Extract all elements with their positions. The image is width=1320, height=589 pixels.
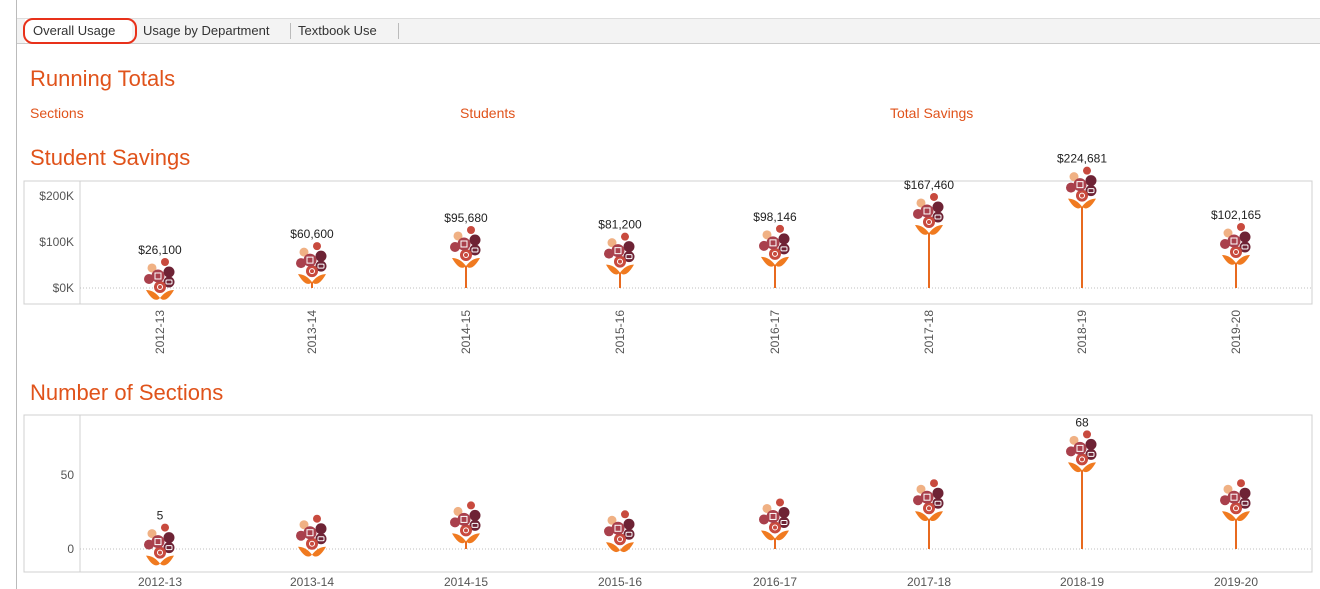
- petal-dot: [766, 236, 780, 250]
- x-tick-label: 2015-16: [613, 310, 627, 354]
- petal-dot: [1085, 175, 1097, 187]
- petal-dot: [1237, 223, 1245, 232]
- petal-dot: [769, 247, 781, 260]
- y-tick-label: $100K: [39, 235, 74, 249]
- y-tick-label: $200K: [39, 189, 74, 203]
- petal-dot: [163, 266, 175, 278]
- flower-icon: [1220, 223, 1251, 265]
- petal-dot: [611, 244, 625, 258]
- x-tick-label: 2018-19: [1075, 310, 1089, 354]
- plot-pane: [23, 180, 1313, 305]
- petal-dot: [467, 225, 475, 234]
- flower-icon: [450, 225, 481, 268]
- flower-icon: [144, 257, 175, 300]
- number-of-sections-title: Number of Sections: [30, 380, 224, 405]
- data-label: $224,681: [1057, 152, 1107, 166]
- petal-dot: [1239, 231, 1251, 243]
- petal-dot: [1230, 246, 1242, 259]
- y-tick-label: $0K: [53, 281, 74, 295]
- x-tick-label: 2012-13: [153, 310, 167, 354]
- flower-icon: [1066, 166, 1097, 209]
- petal-dot: [1227, 234, 1241, 248]
- petal-dot: [923, 215, 935, 228]
- petal-dot: [920, 204, 934, 218]
- x-tick-label: 2017-18: [922, 310, 936, 354]
- petal-dot: [776, 224, 784, 233]
- flower-icon: [296, 242, 327, 284]
- petal-dot: [778, 233, 790, 245]
- x-tick-label: 2016-17: [768, 310, 782, 354]
- student-savings-chart: $0K $100K $200K $26,100 2012-13 $60,600 2013-1…: [23, 152, 1313, 354]
- petal-dot: [930, 192, 938, 201]
- petal-dot: [315, 250, 327, 262]
- data-label: $60,600: [290, 227, 334, 241]
- petal-dot: [469, 234, 481, 246]
- x-tick-label: 2013-14: [305, 310, 319, 354]
- petal-dot: [154, 280, 166, 293]
- x-tick-label: 2014-15: [459, 310, 473, 354]
- petal-dot: [1083, 166, 1091, 175]
- flower-icon: [913, 192, 944, 235]
- petal-dot: [932, 201, 944, 213]
- petal-dot: [303, 253, 317, 267]
- petal-dot: [1073, 178, 1087, 192]
- petal-dot: [623, 241, 635, 253]
- petal-dot: [313, 242, 321, 251]
- data-label: $26,100: [138, 243, 182, 257]
- petal-dot: [614, 255, 626, 268]
- petal-dot: [161, 257, 169, 266]
- petal-dot: [306, 265, 318, 278]
- petal-dot: [1076, 189, 1088, 202]
- data-label: $81,200: [598, 218, 642, 232]
- petal-dot: [460, 248, 472, 261]
- flower-icon: [759, 224, 790, 267]
- x-tick-label: 2019-20: [1229, 310, 1243, 354]
- petal-dot: [151, 269, 165, 283]
- petal-dot: [457, 237, 471, 251]
- data-label: $95,680: [444, 211, 488, 225]
- data-label: $98,146: [753, 210, 797, 224]
- flower-icon: [604, 232, 635, 275]
- data-label: $167,460: [904, 178, 954, 192]
- data-label: $102,165: [1211, 208, 1261, 222]
- petal-dot: [621, 232, 629, 241]
